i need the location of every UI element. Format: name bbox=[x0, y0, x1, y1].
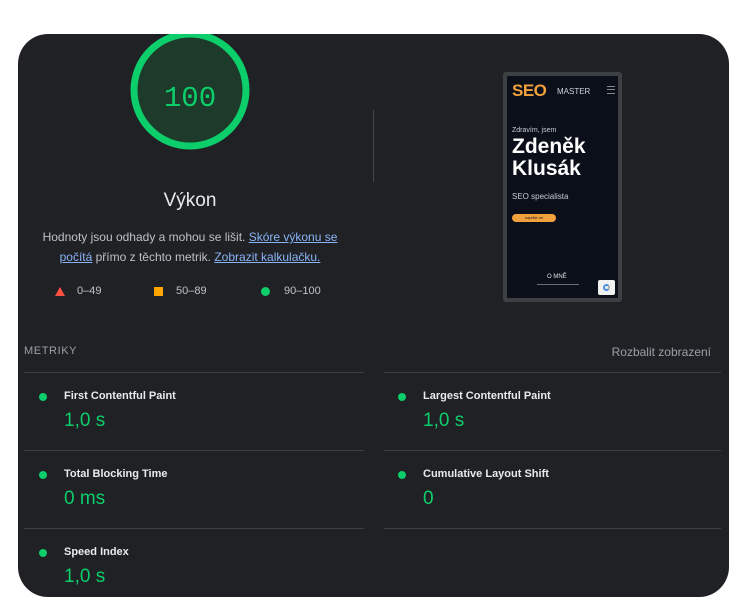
hero-name-line2: Klusák bbox=[512, 157, 581, 180]
triangle-icon bbox=[55, 286, 65, 296]
expand-view-button[interactable]: Rozbalit zobrazení bbox=[612, 345, 711, 359]
pass-circle-icon bbox=[39, 393, 47, 401]
pass-circle-icon bbox=[39, 471, 47, 479]
menu-icon bbox=[607, 86, 615, 94]
legend-label: 0–49 bbox=[77, 285, 102, 297]
contact-button: napište mi bbox=[512, 214, 556, 222]
performance-card: 100 Výkon Hodnoty jsou odhady a mohou se… bbox=[18, 34, 729, 597]
score-title: Výkon bbox=[163, 190, 217, 211]
metric-value: 1,0 s bbox=[64, 410, 106, 431]
metric-value: 0 bbox=[423, 488, 434, 509]
brand-master: MASTER bbox=[557, 87, 591, 96]
metric-label: First Contentful Paint bbox=[64, 390, 176, 402]
brand-seo: SEO bbox=[512, 81, 547, 100]
divider bbox=[384, 450, 721, 451]
divider bbox=[24, 528, 364, 529]
divider bbox=[384, 372, 721, 373]
description-text-1: Hodnoty jsou odhady a mohou se lišit. bbox=[42, 230, 249, 244]
vertical-divider bbox=[373, 110, 374, 182]
pass-circle-icon bbox=[39, 549, 47, 557]
metric-value: 1,0 s bbox=[64, 566, 106, 587]
about-underline bbox=[537, 284, 579, 285]
score-description: Hodnoty jsou odhady a mohou se lišit. Sk… bbox=[34, 227, 346, 267]
metric-label: Cumulative Layout Shift bbox=[423, 468, 549, 480]
metric-label: Total Blocking Time bbox=[64, 468, 168, 480]
divider bbox=[384, 528, 721, 529]
metric-value: 1,0 s bbox=[423, 410, 465, 431]
pass-circle-icon bbox=[398, 393, 406, 401]
about-link: O MNĚ bbox=[547, 274, 567, 280]
pass-circle-icon bbox=[398, 471, 406, 479]
circle-icon bbox=[261, 286, 270, 296]
hero-name-line1: Zdeněk bbox=[512, 135, 586, 158]
page-screenshot[interactable]: SEO MASTER Zdravím, jsem Zdeněk Klusák S… bbox=[503, 72, 622, 302]
legend-item-fail: 0–49 bbox=[55, 285, 101, 297]
hero-name: Zdeněk Klusák bbox=[512, 136, 586, 180]
metric-label: Largest Contentful Paint bbox=[423, 390, 551, 402]
role-text: SEO specialista bbox=[512, 192, 569, 201]
metrics-heading: METRIKY bbox=[24, 345, 78, 357]
greeting-text: Zdravím, jsem bbox=[512, 127, 557, 134]
description-text-2: přímo z těchto metrik. bbox=[92, 250, 215, 264]
calculator-link[interactable]: Zobrazit kalkulačku. bbox=[214, 250, 320, 264]
metric-label: Speed Index bbox=[64, 546, 129, 558]
recaptcha-icon bbox=[598, 280, 615, 295]
legend-item-pass: 90–100 bbox=[261, 285, 321, 297]
divider bbox=[24, 450, 364, 451]
screenshot-content: SEO MASTER Zdravím, jsem Zdeněk Klusák S… bbox=[507, 76, 618, 298]
metric-value: 0 ms bbox=[64, 488, 106, 509]
legend-label: 50–89 bbox=[176, 285, 207, 297]
score-value: 100 bbox=[163, 82, 217, 115]
legend-item-average: 50–89 bbox=[154, 285, 207, 297]
legend-label: 90–100 bbox=[284, 285, 321, 297]
divider bbox=[24, 372, 364, 373]
square-icon bbox=[154, 286, 163, 296]
